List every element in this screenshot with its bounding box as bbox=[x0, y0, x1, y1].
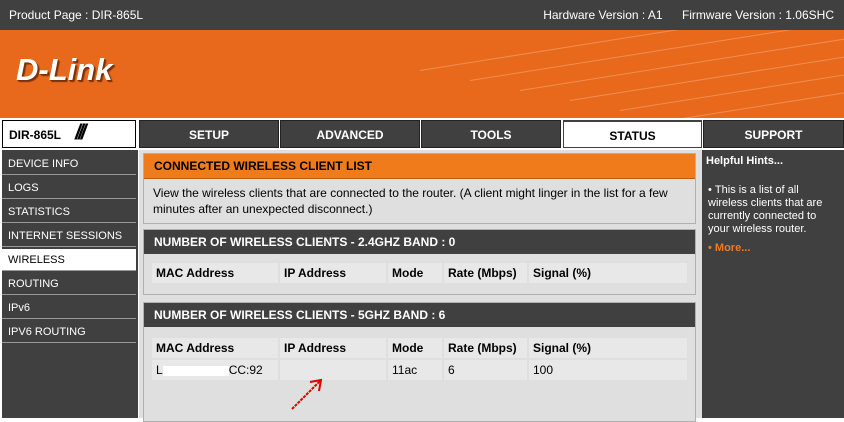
mode-cell: 11ac bbox=[388, 360, 442, 380]
band-5ghz-section: NUMBER OF WIRELESS CLIENTS - 5GHZ BAND :… bbox=[143, 302, 696, 422]
helpful-hints-panel: Helpful Hints... • This is a list of all… bbox=[702, 150, 844, 418]
band-24ghz-table: MAC Address IP Address Mode Rate (Mbps) … bbox=[150, 261, 689, 285]
mac-prefix: L bbox=[156, 363, 163, 377]
model-label-box: DIR-865L /// bbox=[2, 120, 136, 148]
column-header: Mode bbox=[388, 338, 442, 358]
band-24ghz-title: NUMBER OF WIRELESS CLIENTS - 2.4GHZ BAND… bbox=[144, 230, 695, 254]
tab-tools[interactable]: TOOLS bbox=[421, 120, 561, 148]
dlink-logo: D-Link bbox=[16, 52, 113, 87]
tab-status[interactable]: STATUS bbox=[563, 120, 702, 148]
section-title: CONNECTED WIRELESS CLIENT LIST bbox=[144, 154, 695, 179]
client-list-intro: CONNECTED WIRELESS CLIENT LIST View the … bbox=[143, 153, 696, 224]
tab-advanced[interactable]: ADVANCED bbox=[280, 120, 420, 148]
table-row: L CC:92 11ac 6 100 bbox=[152, 360, 687, 380]
product-page-label: Product Page : DIR-865L bbox=[9, 8, 144, 22]
column-header: Mode bbox=[388, 263, 442, 283]
version-info: Hardware Version : A1 Firmware Version :… bbox=[527, 8, 834, 22]
top-bar: Product Page : DIR-865L Hardware Version… bbox=[0, 0, 844, 30]
red-arrow-annotation-icon bbox=[291, 378, 323, 410]
hints-title: Helpful Hints... bbox=[706, 155, 783, 167]
tab-setup[interactable]: SETUP bbox=[139, 120, 279, 148]
tab-support[interactable]: SUPPORT bbox=[703, 120, 844, 148]
bullet-icon: • bbox=[708, 184, 715, 196]
brand-banner: D-Link bbox=[0, 30, 844, 118]
sidebar-item-ipv6-routing[interactable]: IPV6 ROUTING bbox=[2, 321, 136, 343]
mac-address-cell: L CC:92 bbox=[152, 360, 278, 380]
sidebar-item-logs[interactable]: LOGS bbox=[2, 177, 136, 199]
hints-text: • This is a list of all wireless clients… bbox=[708, 184, 823, 235]
sidebar: DEVICE INFO LOGS STATISTICS INTERNET SES… bbox=[2, 150, 138, 418]
intro-text: View the wireless clients that are conne… bbox=[144, 179, 695, 223]
model-label: DIR-865L bbox=[9, 128, 62, 142]
mac-suffix: CC:92 bbox=[228, 363, 263, 377]
band-5ghz-title: NUMBER OF WIRELESS CLIENTS - 5GHZ BAND :… bbox=[144, 303, 695, 327]
redaction-mark bbox=[162, 365, 229, 376]
column-header: IP Address bbox=[280, 263, 386, 283]
band-24ghz-section: NUMBER OF WIRELESS CLIENTS - 2.4GHZ BAND… bbox=[143, 229, 696, 295]
rate-cell: 6 bbox=[444, 360, 527, 380]
slash-decoration-icon: /// bbox=[75, 121, 86, 144]
main-nav: DIR-865L /// SETUP ADVANCED TOOLS STATUS… bbox=[0, 118, 844, 150]
sidebar-item-wireless[interactable]: WIRELESS bbox=[2, 249, 136, 271]
sidebar-item-internet-sessions[interactable]: INTERNET SESSIONS bbox=[2, 225, 136, 247]
column-header: MAC Address bbox=[152, 338, 278, 358]
column-header: IP Address bbox=[280, 338, 386, 358]
sidebar-item-statistics[interactable]: STATISTICS bbox=[2, 201, 136, 223]
column-header: Rate (Mbps) bbox=[444, 263, 527, 283]
column-header: Rate (Mbps) bbox=[444, 338, 527, 358]
band-5ghz-table: MAC Address IP Address Mode Rate (Mbps) … bbox=[150, 336, 689, 382]
column-header: Signal (%) bbox=[529, 263, 687, 283]
column-header: Signal (%) bbox=[529, 338, 687, 358]
main-content: CONNECTED WIRELESS CLIENT LIST View the … bbox=[139, 150, 702, 422]
signal-cell: 100 bbox=[529, 360, 687, 380]
sidebar-item-device-info[interactable]: DEVICE INFO bbox=[2, 153, 136, 175]
sidebar-item-ipv6[interactable]: IPv6 bbox=[2, 297, 136, 319]
column-header: MAC Address bbox=[152, 263, 278, 283]
firmware-version: Firmware Version : 1.06SHC bbox=[681, 8, 834, 22]
bullet-icon: • bbox=[708, 242, 715, 254]
sidebar-item-routing[interactable]: ROUTING bbox=[2, 273, 136, 295]
hardware-version: Hardware Version : A1 bbox=[543, 8, 663, 22]
more-link[interactable]: • More... bbox=[708, 242, 750, 254]
